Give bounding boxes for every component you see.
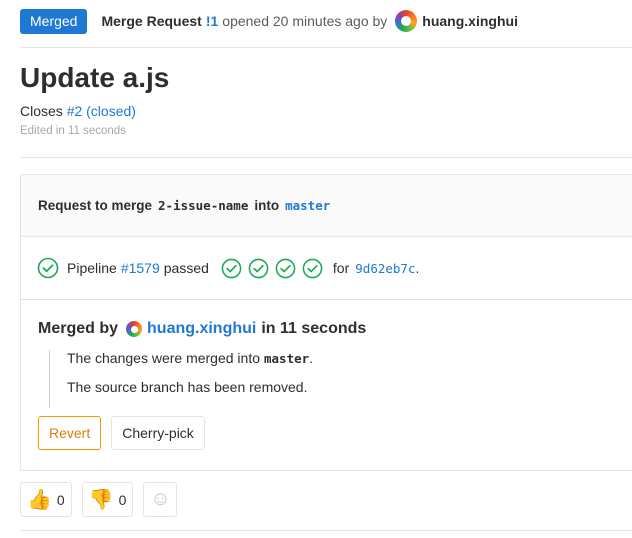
stage-passed-icon[interactable] [221, 258, 242, 279]
closes-line: Closes #2 (closed) [20, 103, 136, 119]
merged-by-label: Merged by [38, 320, 119, 337]
pipeline-for-label: for [332, 260, 350, 276]
merger-link[interactable]: huang.xinghui [147, 320, 256, 338]
widget-divider [20, 470, 632, 471]
mr-id-link[interactable]: !1 [206, 13, 218, 29]
opened-text: opened 20 minutes ago by [222, 13, 388, 29]
stage-passed-icon[interactable] [248, 258, 269, 279]
thumbsup-count: 0 [56, 491, 65, 508]
request-to-merge-label: Request to merge [38, 198, 153, 213]
source-branch: 2-issue-name [158, 198, 249, 213]
branch-removed-message: The source branch has been removed. [67, 379, 308, 395]
merged-into-message: The changes were merged into master. [67, 350, 632, 379]
award-emoji-bar: 👍 0 👎 0 ☺ [20, 482, 187, 517]
pipeline-status-text: passed [163, 260, 209, 276]
closes-label: Closes [20, 103, 63, 119]
header-divider [20, 47, 632, 48]
into-label: into [254, 198, 280, 213]
revert-button[interactable]: Revert [38, 416, 102, 450]
merger-avatar[interactable] [126, 321, 143, 337]
merged-section: Merged by huang.xinghui in 11 seconds Th… [21, 300, 632, 450]
mr-meta: Merge Request !1 opened 20 minutes ago b… [101, 10, 518, 32]
commit-sha-link[interactable]: 9d62eb7c [355, 261, 415, 276]
merge-actions: Revert Cherry-pick [38, 416, 632, 450]
merged-into-text: The changes were merged into [67, 350, 260, 366]
merged-into-branch: master [264, 351, 310, 366]
sha-suffix: . [415, 260, 420, 276]
merge-duration: in 11 seconds [261, 320, 367, 337]
page-title: Update a.js [20, 62, 170, 93]
pipeline-label: Pipeline [67, 260, 117, 276]
thumbsdown-count: 0 [118, 491, 127, 508]
status-badge: Merged [20, 8, 88, 34]
mr-header: Merged Merge Request !1 opened 20 minute… [20, 8, 518, 34]
pipeline-row: Pipeline #1579 passed for 9d62eb7c . [21, 237, 632, 300]
author-avatar[interactable] [395, 10, 418, 32]
target-branch-link[interactable]: master [285, 198, 330, 213]
pipeline-status-icon[interactable] [37, 257, 59, 279]
stage-passed-icon[interactable] [302, 258, 323, 279]
pipeline-id-link[interactable]: #1579 [121, 260, 160, 276]
merged-into-suffix: . [309, 350, 314, 366]
title-divider [20, 157, 632, 158]
awards-divider [20, 530, 632, 531]
thumbsup-award-button[interactable]: 👍 0 [20, 482, 72, 517]
author-link[interactable]: huang.xinghui [422, 13, 518, 29]
thumbsup-icon: 👍 [27, 489, 52, 511]
merge-request-header: Request to merge 2-issue-name into maste… [21, 175, 632, 237]
thumbsdown-award-button[interactable]: 👎 0 [81, 482, 134, 517]
closed-issue-link[interactable]: #2 (closed) [67, 103, 136, 119]
merged-by-line: Merged by huang.xinghui in 11 seconds [38, 320, 632, 338]
stage-passed-icon[interactable] [275, 258, 296, 279]
merge-messages: The changes were merged into master. The … [49, 350, 632, 408]
add-emoji-button[interactable]: ☺ [143, 482, 178, 517]
mr-label: Merge Request [101, 13, 202, 29]
merge-widget: Request to merge 2-issue-name into maste… [20, 174, 632, 471]
edited-note: Edited in 11 seconds [20, 125, 126, 137]
thumbsdown-icon: 👎 [88, 489, 114, 511]
smiley-icon: ☺ [150, 488, 171, 510]
cherry-pick-button[interactable]: Cherry-pick [111, 416, 205, 450]
